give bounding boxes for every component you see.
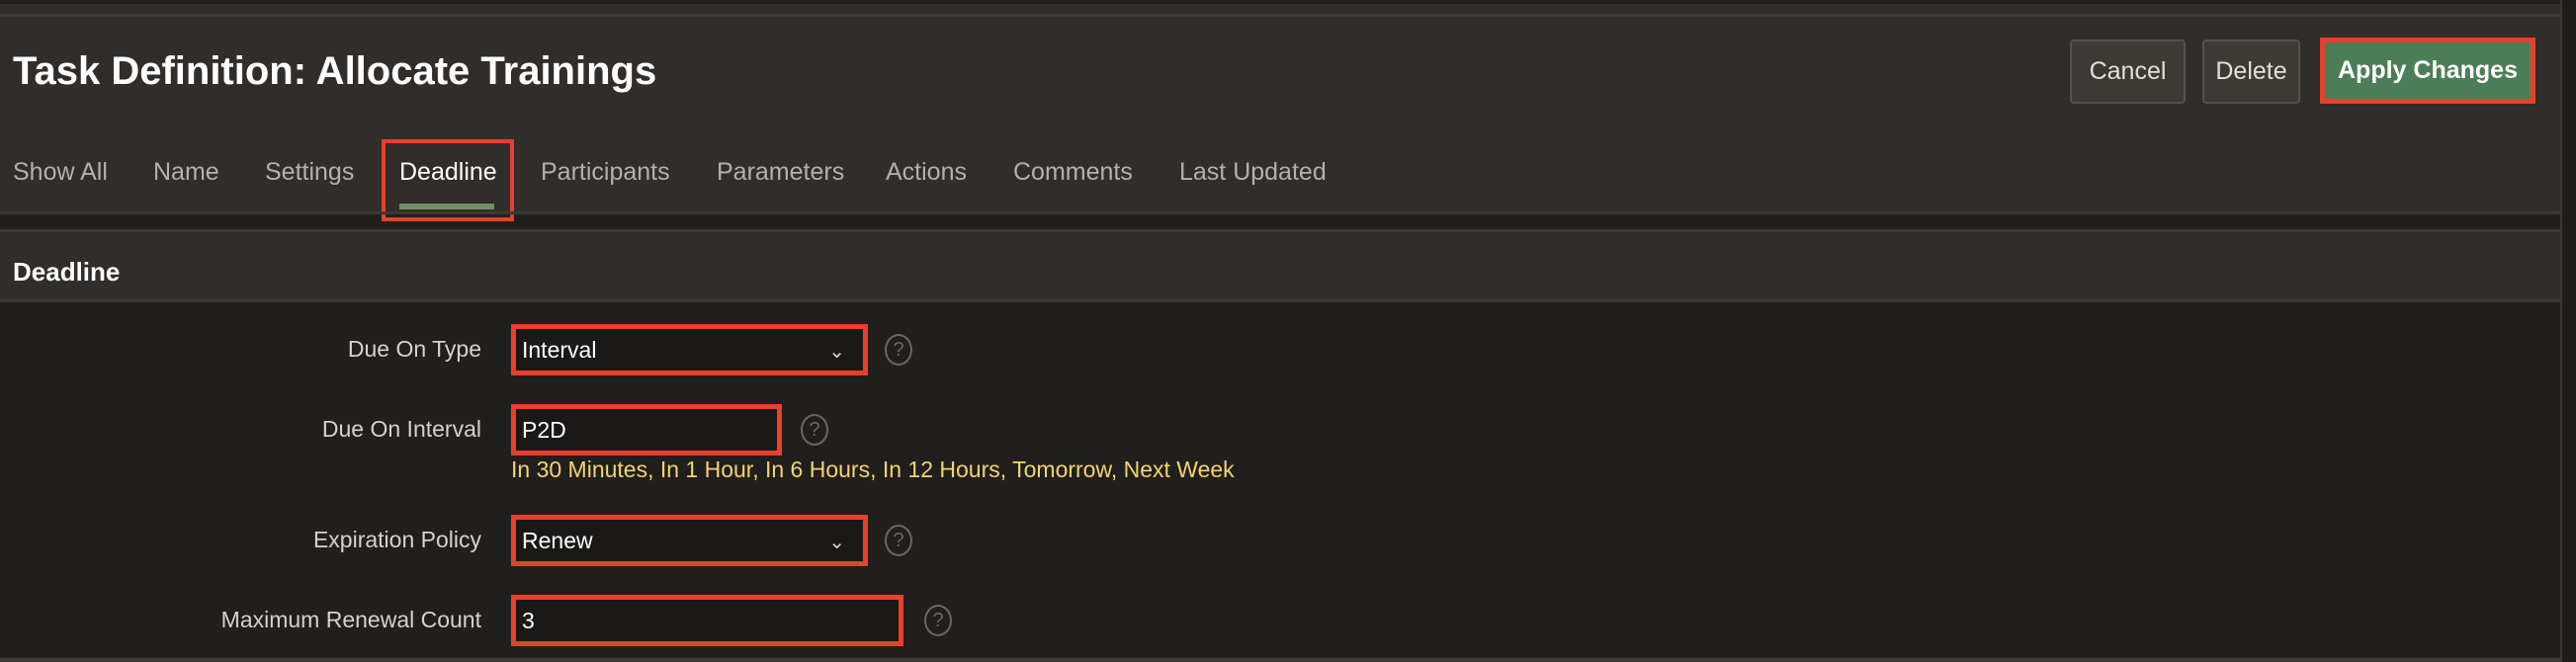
scrollbar[interactable] — [2560, 0, 2576, 662]
apply-changes-button[interactable]: Apply Changes — [2320, 38, 2535, 104]
divider — [0, 14, 2560, 17]
expiration-policy-value: Renew — [522, 527, 593, 553]
due-on-type-label: Due On Type — [347, 336, 481, 362]
due-on-interval-label: Due On Interval — [321, 416, 481, 442]
divider — [0, 211, 2560, 214]
due-on-interval-value: P2D — [522, 416, 566, 443]
tab-settings[interactable]: Settings — [265, 158, 354, 187]
tab-highlight-box — [382, 139, 514, 221]
divider — [0, 658, 2560, 662]
section-title: Deadline — [13, 257, 121, 287]
expiration-policy-select[interactable]: Renew ⌄ — [511, 515, 868, 566]
tab-actions[interactable]: Actions — [886, 158, 967, 187]
cancel-button[interactable]: Cancel — [2070, 40, 2186, 104]
tab-name[interactable]: Name — [153, 158, 219, 187]
tab-parameters[interactable]: Parameters — [717, 158, 844, 187]
due-on-type-value: Interval — [522, 336, 597, 363]
max-renewal-count-label: Maximum Renewal Count — [220, 607, 481, 632]
tab-comments[interactable]: Comments — [1013, 158, 1133, 187]
chevron-down-icon: ⌄ — [828, 532, 845, 553]
tab-last-updated[interactable]: Last Updated — [1179, 158, 1327, 187]
page-title: Task Definition: Allocate Trainings — [13, 49, 657, 93]
help-icon[interactable]: ? — [885, 525, 912, 556]
interval-shortcuts[interactable]: In 30 Minutes, In 1 Hour, In 6 Hours, In… — [511, 456, 1235, 483]
chevron-down-icon: ⌄ — [828, 341, 845, 363]
tab-participants[interactable]: Participants — [541, 158, 670, 187]
max-renewal-count-input[interactable]: 3 — [511, 595, 903, 646]
expiration-policy-label: Expiration Policy — [312, 527, 481, 552]
help-icon[interactable]: ? — [924, 605, 952, 636]
delete-button[interactable]: Delete — [2202, 40, 2300, 104]
help-icon[interactable]: ? — [885, 334, 912, 366]
due-on-type-select[interactable]: Interval ⌄ — [511, 324, 868, 375]
max-renewal-count-value: 3 — [522, 607, 535, 633]
due-on-interval-input[interactable]: P2D — [511, 404, 782, 455]
help-icon[interactable]: ? — [801, 414, 828, 446]
tab-show-all[interactable]: Show All — [13, 158, 108, 187]
section-header — [0, 229, 2560, 302]
